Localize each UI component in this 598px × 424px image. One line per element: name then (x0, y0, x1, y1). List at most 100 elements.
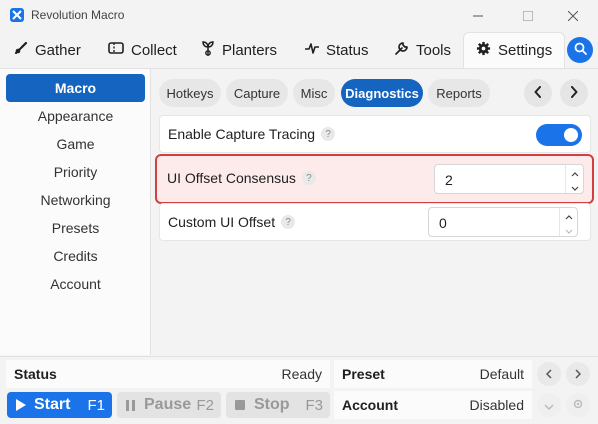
toggle-knob (564, 128, 578, 142)
preset-label: Preset (342, 366, 385, 382)
capture-tracing-toggle[interactable] (536, 124, 582, 146)
subtab-capture[interactable]: Capture (226, 79, 288, 107)
decrement-button[interactable] (566, 179, 583, 193)
subtab-prev-button[interactable] (524, 79, 552, 107)
chevron-left-icon (534, 85, 542, 101)
chevron-right-icon (570, 85, 578, 101)
chevron-down-icon (571, 178, 579, 194)
chevron-left-icon (545, 366, 552, 382)
pause-button[interactable]: Pause F2 (117, 392, 221, 418)
stop-hotkey: F3 (305, 396, 323, 414)
tab-label: Settings (498, 42, 553, 59)
stepper-buttons (565, 165, 583, 193)
help-icon[interactable]: ? (281, 215, 296, 229)
account-settings-button[interactable] (566, 393, 590, 417)
setting-label: Enable Capture Tracing ? (168, 126, 336, 142)
minimize-button[interactable] (458, 4, 498, 28)
status-panel: Status Ready (6, 360, 330, 388)
account-panel: Account Disabled (334, 391, 532, 419)
setting-row-custom-ui-offset: Custom UI Offset ? 0 (159, 203, 591, 241)
pulse-icon (305, 41, 319, 59)
help-icon[interactable]: ? (301, 171, 316, 185)
setting-label-text: UI Offset Consensus (167, 170, 296, 186)
increment-button[interactable] (566, 165, 583, 179)
setting-label-text: Enable Capture Tracing (168, 126, 316, 142)
sidebar-item-priority[interactable]: Priority (6, 158, 145, 186)
search-icon (574, 42, 587, 58)
sidebar-item-game[interactable]: Game (6, 130, 145, 158)
tab-label: Status (326, 41, 369, 59)
stop-icon (235, 400, 245, 410)
chevron-down-icon (565, 221, 573, 237)
stop-button[interactable]: Stop F3 (226, 392, 330, 418)
setting-label: Custom UI Offset ? (168, 214, 296, 230)
sidebar-item-credits[interactable]: Credits (6, 242, 145, 270)
subtab-diagnostics[interactable]: Diagnostics (341, 79, 423, 107)
window-title: Revolution Macro (31, 8, 125, 22)
tab-collect[interactable]: Collect (108, 32, 177, 68)
sidebar-item-appearance[interactable]: Appearance (6, 102, 145, 130)
ui-offset-consensus-stepper[interactable]: 2 (434, 164, 584, 194)
stepper-value[interactable]: 2 (445, 172, 453, 188)
setting-row-capture-tracing: Enable Capture Tracing ? (159, 115, 591, 153)
tab-status[interactable]: Status (305, 32, 369, 68)
tab-label: Collect (131, 41, 177, 59)
tab-label: Tools (416, 41, 452, 59)
gear-icon (572, 397, 584, 413)
pause-hotkey: F2 (196, 396, 214, 414)
preset-next-button[interactable] (566, 362, 590, 386)
sidebar-item-macro[interactable]: Macro (6, 74, 145, 102)
subtab-hotkeys[interactable]: Hotkeys (159, 79, 221, 107)
pause-icon (126, 399, 135, 411)
tab-tools[interactable]: Tools (394, 32, 451, 68)
preset-prev-button[interactable] (537, 362, 561, 386)
chevron-right-icon (575, 366, 582, 382)
plant-icon (201, 40, 215, 60)
search-button[interactable] (567, 37, 593, 63)
stop-label: Stop (254, 396, 290, 413)
account-dropdown-button[interactable] (537, 393, 561, 417)
close-button[interactable] (553, 4, 593, 28)
pause-label: Pause (144, 396, 192, 413)
maximize-button[interactable] (508, 4, 548, 28)
subtab-next-button[interactable] (560, 79, 588, 107)
custom-ui-offset-stepper[interactable]: 0 (428, 207, 578, 237)
start-button[interactable]: Start F1 (7, 392, 112, 418)
subtab-misc[interactable]: Misc (293, 79, 335, 107)
app-logo-icon (10, 8, 24, 22)
preset-panel: Preset Default (334, 360, 532, 388)
increment-button[interactable] (560, 208, 577, 222)
setting-label-text: Custom UI Offset (168, 214, 276, 230)
sidebar-item-presets[interactable]: Presets (6, 214, 145, 242)
setting-row-ui-offset-consensus: UI Offset Consensus ? 2 (155, 154, 594, 204)
gear-icon (476, 41, 491, 60)
main-tab-bar: Gather Collect Planters Status Tools Set… (0, 32, 598, 68)
account-label: Account (342, 397, 398, 413)
control-panel: Status Ready Preset Default Start F1 Pau… (0, 356, 598, 424)
tab-gather[interactable]: Gather (14, 32, 81, 68)
status-value: Ready (281, 366, 322, 382)
tab-settings[interactable]: Settings (463, 32, 566, 68)
help-icon[interactable]: ? (321, 127, 336, 141)
stepper-buttons (559, 208, 577, 236)
brush-icon (14, 41, 28, 59)
status-label: Status (14, 366, 57, 382)
wrench-icon (394, 41, 409, 60)
play-icon (16, 399, 26, 411)
subtab-reports[interactable]: Reports (428, 79, 490, 107)
tab-label: Gather (35, 41, 81, 59)
stepper-value[interactable]: 0 (439, 215, 447, 231)
tab-label: Planters (222, 41, 278, 59)
settings-sidebar: Macro Appearance Game Priority Networkin… (0, 68, 151, 355)
sidebar-item-networking[interactable]: Networking (6, 186, 145, 214)
setting-label: UI Offset Consensus ? (167, 170, 316, 186)
decrement-button[interactable] (560, 222, 577, 236)
preset-value[interactable]: Default (480, 366, 524, 382)
start-hotkey: F1 (87, 396, 105, 414)
sidebar-item-account[interactable]: Account (6, 270, 145, 298)
start-label: Start (34, 396, 71, 413)
chevron-down-icon (544, 397, 554, 413)
tab-planters[interactable]: Planters (201, 32, 277, 68)
account-value: Disabled (469, 397, 524, 413)
ticket-icon (108, 41, 124, 59)
